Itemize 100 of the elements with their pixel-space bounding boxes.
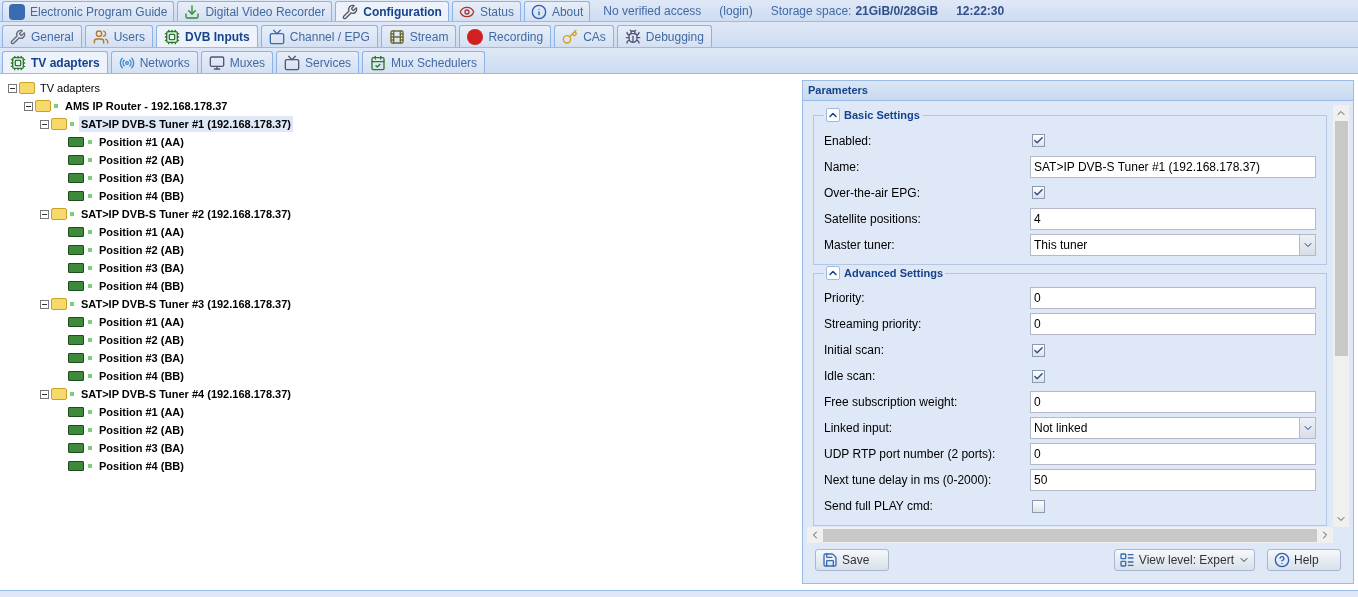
storage-value: 21GiB/0/28GiB — [855, 3, 939, 20]
input-field[interactable]: 0 — [1030, 443, 1316, 465]
collapse-icon[interactable] — [40, 119, 49, 129]
tree-item[interactable]: Position #1 (AA) — [97, 223, 186, 241]
film-icon — [388, 28, 405, 45]
tree-item[interactable]: Position #4 (BB) — [97, 277, 186, 295]
tree-item[interactable]: Position #3 (BA) — [97, 169, 186, 187]
save-button[interactable]: Save — [815, 549, 889, 571]
tree-item[interactable]: Position #2 (AB) — [97, 331, 186, 349]
input-field[interactable]: SAT>IP DVB-S Tuner #1 (192.168.178.37) — [1030, 155, 1316, 178]
tree-item[interactable]: Position #1 (AA) — [97, 403, 186, 421]
collapse-icon[interactable] — [8, 83, 17, 93]
checkbox[interactable] — [1032, 343, 1045, 357]
checkbox[interactable] — [1032, 186, 1045, 199]
input-field[interactable]: 0 — [1030, 391, 1316, 413]
tree-item[interactable]: Position #3 (BA) — [97, 439, 186, 457]
tree-item[interactable]: Position #1 (AA) — [97, 313, 186, 331]
field-label: Send full PLAY cmd: — [824, 498, 934, 515]
tree-item[interactable]: Position #4 (BB) — [97, 187, 186, 205]
tree-item[interactable]: Position #3 (BA) — [97, 349, 186, 367]
view-level-button[interactable]: View level: Expert — [1113, 549, 1255, 571]
collapse-icon[interactable] — [826, 108, 840, 123]
input-field[interactable]: 4 — [1030, 207, 1316, 230]
tab[interactable]: Mux Schedulers — [362, 51, 486, 73]
field-label: Linked input: — [824, 420, 894, 437]
field-label: Idle scan: — [824, 368, 877, 385]
tree-item[interactable]: AMS IP Router - 192.168.178.37 — [63, 97, 230, 115]
collapse-icon[interactable] — [40, 389, 49, 399]
field-label: Enabled: — [824, 132, 873, 150]
tree-item[interactable]: Position #2 (AB) — [97, 421, 186, 439]
field-label: Next tune delay in ms (0-2000): — [824, 472, 993, 489]
collapse-icon[interactable] — [24, 101, 33, 111]
field-label: UDP RTP port number (2 ports): — [824, 446, 997, 463]
tree-item[interactable]: TV adapters — [38, 79, 102, 97]
input-field[interactable]: 50 — [1030, 469, 1316, 491]
tab[interactable]: Services — [276, 51, 360, 73]
field-label: Master tuner: — [824, 236, 896, 254]
tree-item[interactable]: SAT>IP DVB-S Tuner #1 (192.168.178.37) — [79, 115, 293, 133]
tab[interactable]: Muxes — [200, 51, 274, 73]
checkbox[interactable] — [1032, 134, 1045, 147]
collapse-icon[interactable] — [826, 265, 840, 280]
tree-item[interactable]: Position #4 (BB) — [97, 457, 186, 475]
users-icon — [92, 28, 109, 45]
tab[interactable]: Users — [84, 25, 154, 47]
tab[interactable]: DVB Inputs — [156, 25, 258, 47]
tab[interactable]: Channel / EPG — [260, 25, 378, 47]
tab[interactable]: Stream — [380, 25, 457, 47]
field-label: Over-the-air EPG: — [824, 184, 922, 202]
tree-item[interactable]: Position #2 (AB) — [97, 241, 186, 259]
folder-icon — [19, 82, 35, 94]
tab[interactable]: CAs — [554, 25, 614, 47]
tree-item[interactable]: SAT>IP DVB-S Tuner #4 (192.168.178.37) — [79, 385, 293, 403]
tree-item[interactable]: Position #2 (AB) — [97, 151, 186, 169]
field-label: Streaming priority: — [824, 316, 923, 333]
tab[interactable]: Electronic Program Guide — [2, 1, 175, 21]
tree-item[interactable]: Position #3 (BA) — [97, 259, 186, 277]
input-field[interactable]: 0 — [1030, 287, 1316, 309]
tree-item[interactable]: Position #4 (BB) — [97, 367, 186, 385]
tab[interactable]: About — [523, 1, 591, 21]
panel-title: Parameters — [803, 81, 1353, 101]
tv-icon — [284, 54, 301, 71]
tree-item[interactable]: SAT>IP DVB-S Tuner #2 (192.168.178.37) — [79, 205, 293, 223]
checkbox[interactable] — [1032, 499, 1045, 513]
tree-item[interactable]: SAT>IP DVB-S Tuner #3 (192.168.178.37) — [79, 295, 293, 313]
scrollbar[interactable] — [1333, 105, 1349, 527]
tv-icon — [268, 28, 285, 45]
download-icon — [184, 3, 201, 20]
tab[interactable]: TV adapters — [2, 51, 108, 73]
dropdown[interactable]: Not linked — [1030, 417, 1316, 439]
login-link[interactable]: (login) — [719, 2, 753, 20]
help-button[interactable]: Help — [1267, 549, 1341, 571]
scrollbar[interactable] — [807, 527, 1333, 543]
collapse-icon[interactable] — [40, 209, 49, 219]
checkbox[interactable] — [1032, 369, 1045, 383]
tree-item[interactable]: Position #1 (AA) — [97, 133, 186, 151]
dropdown[interactable]: This tuner — [1030, 233, 1316, 256]
folder-icon — [51, 208, 67, 220]
list-icon — [1118, 552, 1135, 568]
tab[interactable]: Configuration — [335, 1, 449, 21]
key-icon — [562, 28, 579, 45]
field-label: Initial scan: — [824, 342, 886, 359]
save-icon — [822, 552, 838, 568]
input-field[interactable]: 0 — [1030, 313, 1316, 335]
section-title: Advanced Settings — [844, 265, 944, 281]
access-status: No verified access — [603, 3, 702, 20]
tools-icon — [10, 28, 26, 45]
tab[interactable]: General — [2, 25, 82, 47]
tab[interactable]: Status — [451, 1, 521, 21]
record-icon — [467, 28, 484, 45]
tab[interactable]: Debugging — [616, 25, 712, 47]
bug-icon — [624, 28, 641, 45]
info-icon — [530, 3, 547, 20]
collapse-icon[interactable] — [40, 299, 49, 309]
tab[interactable]: Recording — [459, 25, 552, 47]
clock-time: 12:22:30 — [956, 3, 1005, 20]
tab[interactable]: Networks — [110, 51, 198, 73]
tab[interactable]: Digital Video Recorder — [177, 1, 333, 21]
calendar-icon — [370, 54, 387, 71]
folder-icon — [35, 100, 51, 112]
field-label: Name: — [824, 158, 861, 176]
